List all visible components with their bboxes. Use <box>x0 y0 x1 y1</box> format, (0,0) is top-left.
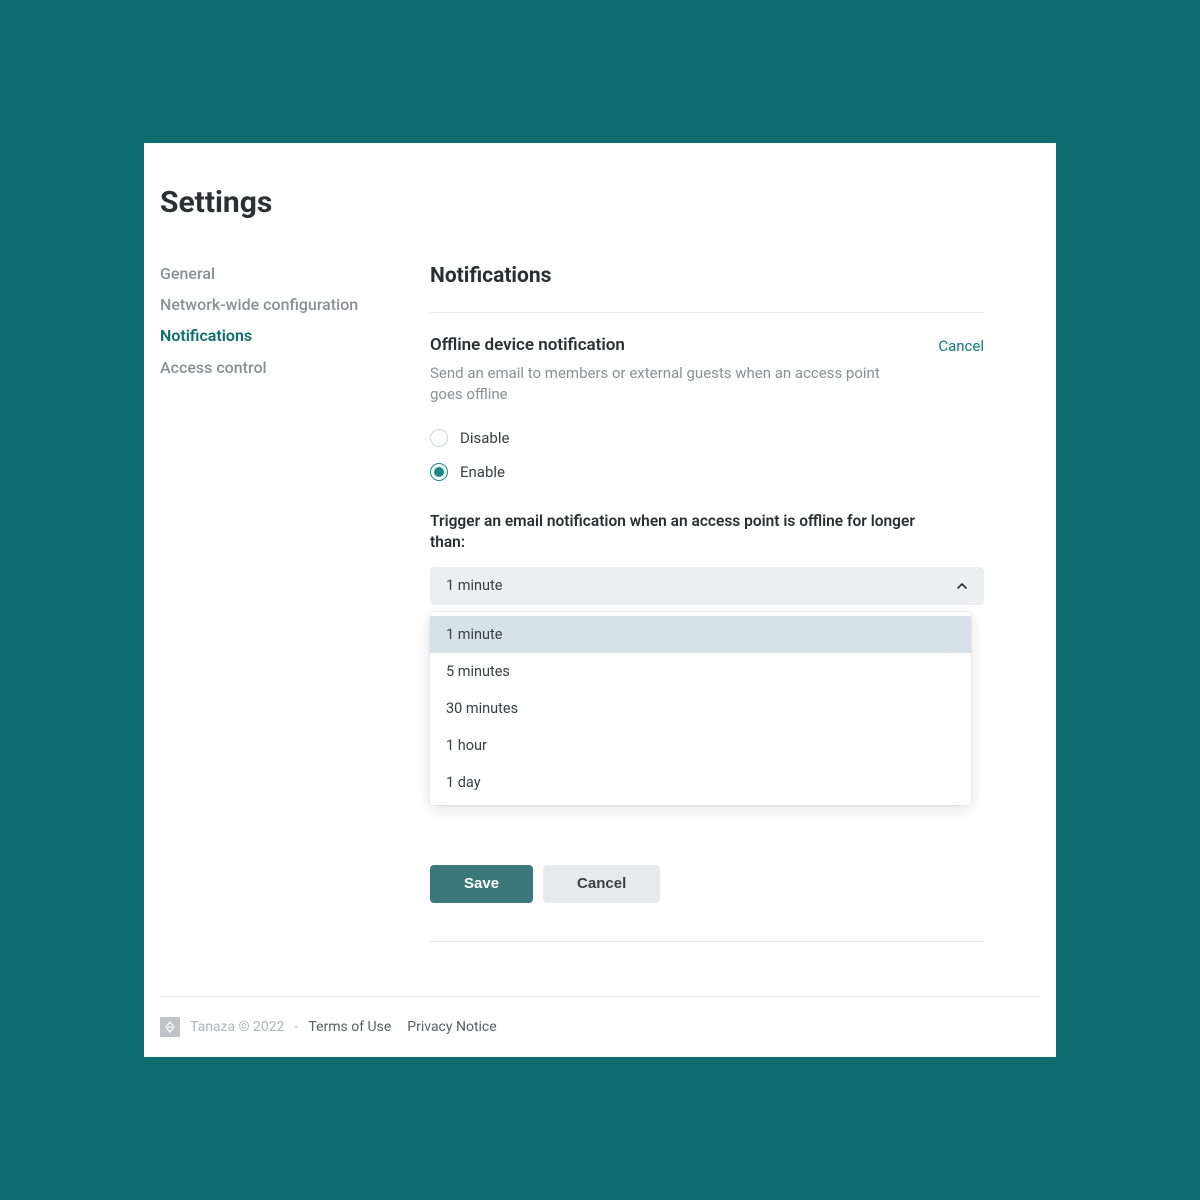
radio-enable[interactable]: Enable <box>430 463 984 481</box>
divider-bottom <box>430 941 984 942</box>
action-buttons: Save Cancel <box>430 865 984 903</box>
subsection-header-row: Offline device notification Cancel <box>430 335 984 363</box>
radio-enable-label: Enable <box>460 463 505 481</box>
settings-page: Settings General Network-wide configurat… <box>144 143 1056 1057</box>
dropdown-option-1-minute[interactable]: 1 minute <box>430 616 971 653</box>
dropdown-option-1-hour[interactable]: 1 hour <box>430 727 971 764</box>
section-title: Notifications <box>430 264 984 288</box>
cancel-button[interactable]: Cancel <box>543 865 660 903</box>
sidebar-item-access-control[interactable]: Access control <box>160 352 430 383</box>
radio-disable-label: Disable <box>460 429 509 447</box>
settings-sidebar: General Network-wide configuration Notif… <box>144 264 430 996</box>
dropdown-option-5-minutes[interactable]: 5 minutes <box>430 653 971 690</box>
footer-terms-link[interactable]: Terms of Use <box>308 1019 391 1035</box>
trigger-select-wrapper: 1 minute 1 minute 5 minutes 30 minutes 1… <box>430 567 984 605</box>
cancel-link[interactable]: Cancel <box>938 335 984 355</box>
radio-disable[interactable]: Disable <box>430 429 984 447</box>
footer-separator: - <box>295 1019 299 1035</box>
sidebar-item-network-wide[interactable]: Network-wide configuration <box>160 289 430 320</box>
page-title: Settings <box>144 185 1056 220</box>
trigger-select-value: 1 minute <box>446 577 502 594</box>
main-panel: Notifications Offline device notificatio… <box>430 264 1056 996</box>
divider <box>430 312 984 313</box>
sidebar-item-general[interactable]: General <box>160 264 430 289</box>
offline-description: Send an email to members or external gue… <box>430 363 890 405</box>
footer-wrap: Tanaza © 2022 - Terms of Use Privacy Not… <box>144 996 1056 1057</box>
trigger-label: Trigger an email notification when an ac… <box>430 511 920 553</box>
radio-circle-icon <box>430 429 448 447</box>
chevron-up-icon <box>956 580 968 592</box>
footer: Tanaza © 2022 - Terms of Use Privacy Not… <box>144 997 1056 1057</box>
sidebar-item-notifications[interactable]: Notifications <box>160 320 430 351</box>
save-button[interactable]: Save <box>430 865 533 903</box>
content-wrap: Settings General Network-wide configurat… <box>144 143 1056 996</box>
dropdown-option-30-minutes[interactable]: 30 minutes <box>430 690 971 727</box>
footer-privacy-link[interactable]: Privacy Notice <box>407 1019 496 1035</box>
footer-copyright: Tanaza © 2022 <box>190 1019 285 1035</box>
trigger-select[interactable]: 1 minute <box>430 567 984 605</box>
radio-dot-icon <box>434 467 444 477</box>
dropdown-option-1-day[interactable]: 1 day <box>430 764 971 801</box>
columns: General Network-wide configuration Notif… <box>144 264 1056 996</box>
trigger-dropdown: 1 minute 5 minutes 30 minutes 1 hour 1 d… <box>430 612 971 805</box>
logo-icon <box>160 1017 180 1037</box>
offline-title: Offline device notification <box>430 335 625 355</box>
radio-circle-selected-icon <box>430 463 448 481</box>
